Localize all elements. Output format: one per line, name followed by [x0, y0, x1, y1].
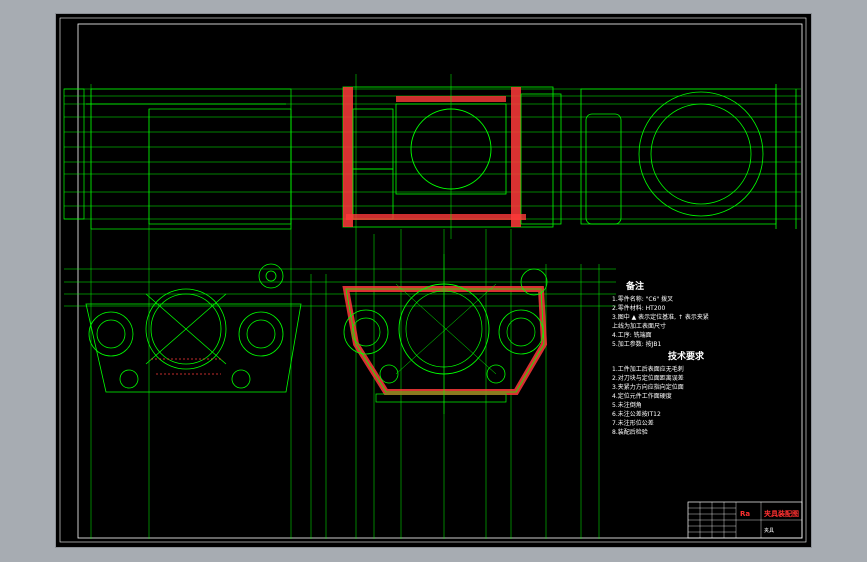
notes-line-4: 上线为加工表面尺寸 — [612, 322, 666, 330]
top-view-right-part — [580, 84, 797, 229]
top-view-left-body — [63, 88, 292, 230]
front-view-left-dashed — [151, 358, 221, 375]
tech-line-6: 6.未注公差按IT12 — [612, 410, 661, 418]
notes-block: 备注 1.零件名称: "C6" 拨叉 2.零件材料: HT200 3.图中 ▲ … — [612, 280, 709, 348]
tech-line-5: 5.未注倒角 — [612, 401, 642, 409]
tech-line-1: 1.工件加工后表面应无毛刺 — [612, 365, 684, 373]
tech-line-3: 3.夹紧力方向应指向定位面 — [612, 383, 684, 391]
drawing-viewport[interactable]: 备注 1.零件名称: "C6" 拨叉 2.零件材料: HT200 3.图中 ▲ … — [55, 13, 812, 548]
cad-viewer-app: 备注 1.零件名称: "C6" 拨叉 2.零件材料: HT200 3.图中 ▲ … — [0, 0, 867, 562]
title-block-red-label-1: Ra — [740, 510, 750, 518]
notes-title: 备注 — [625, 280, 644, 292]
tech-line-4: 4.定位元件工作面硬度 — [612, 392, 672, 400]
title-block-red-label-2: 夹具装配图 — [764, 509, 799, 518]
notes-line-3: 3.图中 ▲ 表示定位基准, ↑ 表示夹紧 — [612, 313, 709, 321]
title-block: Ra 夹具装配图 夹具 — [687, 501, 803, 539]
top-view-lines — [64, 88, 801, 307]
cad-drawing-sheet: 备注 1.零件名称: "C6" 拨叉 2.零件材料: HT200 3.图中 ▲ … — [59, 17, 807, 543]
front-view-left-part — [85, 263, 302, 393]
notes-line-5: 4.工序: 铣端面 — [612, 331, 652, 339]
tech-title: 技术要求 — [668, 350, 705, 362]
title-block-small: 夹具 — [764, 527, 774, 534]
tech-line-8: 8.装配后检验 — [612, 428, 648, 436]
notes-line-6: 5.加工参数: 按JB1 — [612, 340, 662, 348]
tech-line-2: 2.对刀块与定位面距离误差 — [612, 374, 684, 382]
notes-line-1: 1.零件名称: "C6" 拨叉 — [612, 295, 673, 303]
tech-requirements-block: 技术要求 1.工件加工后表面应无毛刺 2.对刀块与定位面距离误差 3.夹紧力方向… — [612, 350, 705, 436]
notes-line-2: 2.零件材料: HT200 — [612, 304, 665, 312]
top-view-center-fixture — [342, 74, 562, 239]
tech-line-7: 7.未注形位公差 — [612, 419, 654, 427]
front-view-right-fixture — [342, 254, 548, 414]
